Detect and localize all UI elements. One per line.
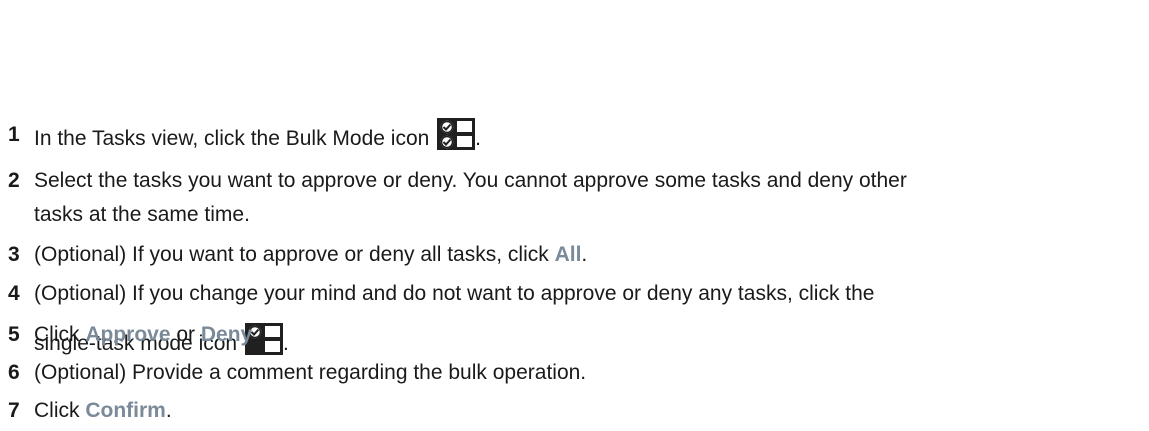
step-number: 2 — [8, 169, 20, 192]
step-text: Click Confirm. — [34, 394, 1134, 428]
step-number: 5 — [8, 323, 20, 346]
step-text: Select the tasks you want to approve or … — [34, 164, 1134, 232]
ui-term-confirm: Confirm — [85, 399, 166, 422]
step-text-after: . — [475, 127, 481, 150]
step-text-line-1: (Optional) If you change your mind and d… — [34, 282, 875, 305]
step-text: In the Tasks view, click the Bulk Mode i… — [34, 118, 1134, 156]
step-text-after: . — [165, 399, 172, 422]
ui-term-deny: Deny — [200, 323, 253, 346]
step-text: Click Approve or Deny. — [34, 318, 1134, 352]
step-text-line-1: Select the tasks you want to approve or … — [34, 169, 907, 192]
step-number: 3 — [8, 243, 20, 266]
step-text-before: (Optional) If you want to approve or den… — [34, 243, 555, 266]
bulk-mode-icon — [437, 118, 476, 150]
step-text: (Optional) If you want to approve or den… — [34, 238, 1134, 272]
step-number: 4 — [8, 282, 20, 305]
step-number: 7 — [8, 399, 20, 422]
step-number: 6 — [8, 361, 20, 384]
step-text-after: . — [252, 323, 259, 346]
step-text: (Optional) Provide a comment regarding t… — [34, 361, 587, 384]
ui-term-approve: Approve — [85, 323, 171, 346]
step-number: 1 — [8, 123, 20, 146]
step-text-line-2: tasks at the same time. — [34, 203, 250, 226]
step-text-before: Click — [34, 323, 86, 346]
step-text-before: In the Tasks view, click the Bulk Mode i… — [34, 127, 430, 150]
ui-term-all: All — [554, 243, 582, 266]
step-text-before: Click — [34, 399, 86, 422]
step-text-middle: or — [170, 323, 201, 346]
step-text-after: . — [581, 243, 588, 266]
